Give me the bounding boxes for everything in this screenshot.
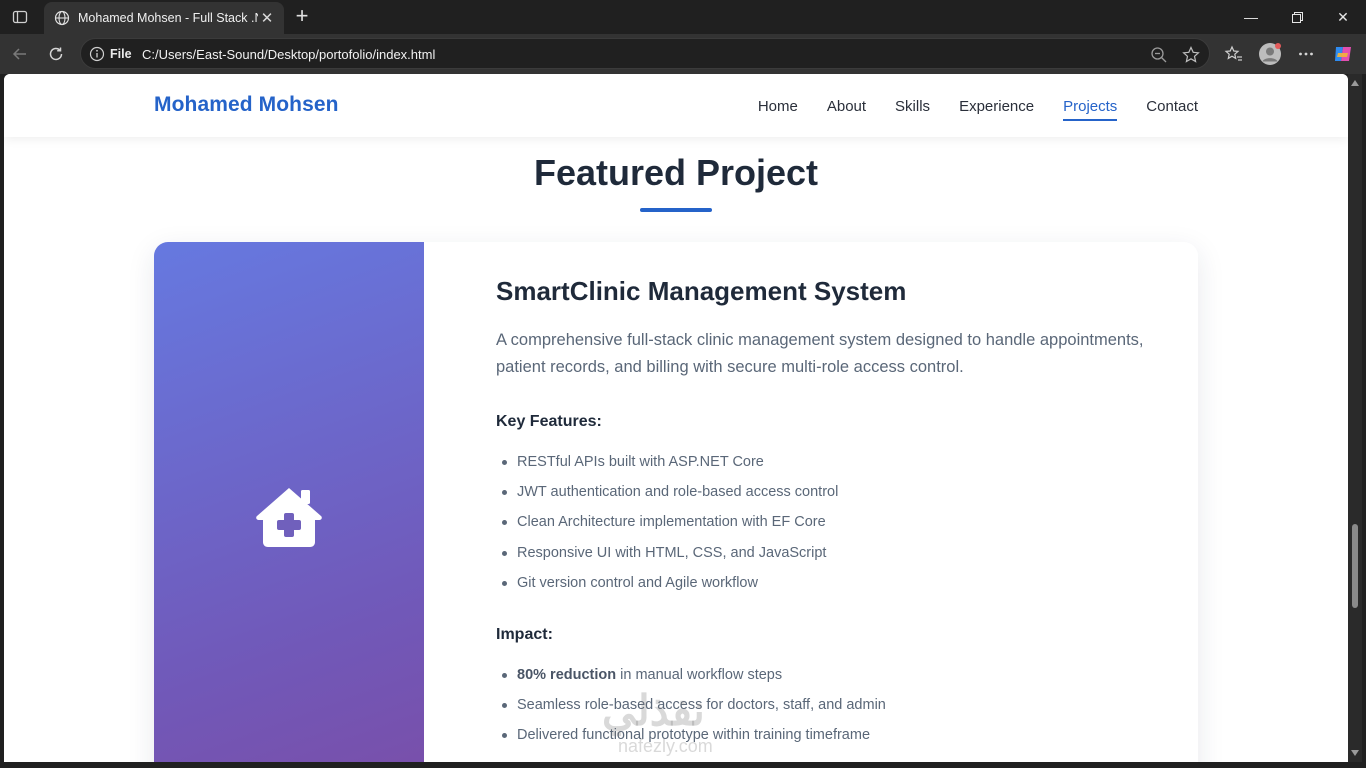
url-text[interactable]: C:/Users/East-Sound/Desktop/portofolio/i… <box>142 47 435 62</box>
info-icon[interactable] <box>89 46 105 62</box>
project-description: A comprehensive full-stack clinic manage… <box>496 331 1144 376</box>
impact-item: 80% reduction in manual workflow steps <box>496 660 1176 690</box>
copilot-icon[interactable] <box>1329 40 1357 68</box>
features-heading: Key Features: <box>496 413 602 430</box>
site-brand-logo[interactable]: Mohamed Mohsen <box>154 93 339 117</box>
nav-link-experience[interactable]: Experience <box>959 98 1034 121</box>
browser-tab[interactable]: Mohamed Mohsen - Full Stack .NET Develop… <box>44 2 284 34</box>
impact-heading: Impact: <box>496 625 553 643</box>
profile-avatar-icon[interactable] <box>1256 40 1284 68</box>
nav-link-home[interactable]: Home <box>758 98 798 121</box>
window-bottom-edge <box>0 762 1366 768</box>
impact-item: Seamless role-based access for doctors, … <box>496 690 1176 720</box>
tab-close-icon[interactable]: ✕ <box>258 9 276 27</box>
nav-links: Home About Skills Experience Projects Co… <box>758 98 1198 121</box>
feature-item: JWT authentication and role-based access… <box>496 477 1176 507</box>
reload-icon[interactable] <box>42 40 70 68</box>
nav-link-contact[interactable]: Contact <box>1146 98 1198 121</box>
impact-text: Delivered functional prototype within tr… <box>517 727 871 744</box>
browser-toolbar: File C:/Users/East-Sound/Desktop/portofo… <box>0 34 1366 74</box>
impact-highlight: 80% reduction <box>517 666 617 683</box>
nav-link-projects[interactable]: Projects <box>1063 98 1118 121</box>
section-title: Featured Project <box>533 152 819 193</box>
more-menu-icon[interactable] <box>1292 40 1320 68</box>
feature-item: Responsive UI with HTML, CSS, and JavaSc… <box>496 538 1176 568</box>
page-viewport: Mohamed Mohsen Home About Skills Experie… <box>4 74 1348 762</box>
feature-item: RESTful APIs built with ASP.NET Core <box>496 447 1176 477</box>
feature-item: Git version control and Agile workflow <box>496 568 1176 598</box>
project-visual-panel <box>154 242 424 762</box>
address-prefix: File <box>110 47 132 61</box>
site-navbar: Mohamed Mohsen Home About Skills Experie… <box>4 74 1348 137</box>
impact-text: Seamless role-based access for doctors, … <box>517 697 886 714</box>
impact-list: 80% reduction in manual workflow steps S… <box>496 660 1176 751</box>
project-title: SmartClinic Management System <box>496 276 907 306</box>
tab-title: Mohamed Mohsen - Full Stack .NET Develop… <box>78 11 258 25</box>
tab-actions-icon[interactable] <box>8 6 32 28</box>
impact-text: in manual workflow steps <box>616 666 783 683</box>
project-details: SmartClinic Management System A comprehe… <box>496 276 1176 762</box>
nav-link-about[interactable]: About <box>827 98 866 121</box>
scroll-down-arrow-icon[interactable] <box>1351 750 1359 756</box>
page-scrollbar[interactable] <box>1348 74 1362 762</box>
close-window-button[interactable]: ✕ <box>1320 0 1366 34</box>
features-list: RESTful APIs built with ASP.NET Core JWT… <box>496 447 1176 598</box>
back-arrow-icon[interactable] <box>6 40 34 68</box>
new-tab-button[interactable]: + <box>290 5 314 29</box>
restore-button[interactable] <box>1274 0 1320 34</box>
project-card: SmartClinic Management System A comprehe… <box>154 242 1198 762</box>
nav-link-skills[interactable]: Skills <box>895 98 930 121</box>
globe-icon <box>54 10 70 26</box>
section-title-underline <box>640 208 712 212</box>
impact-item: Delivered functional prototype within tr… <box>496 720 1176 750</box>
clinic-house-plus-icon <box>256 488 322 547</box>
favorites-icon[interactable] <box>1220 40 1248 68</box>
zoom-out-icon[interactable] <box>1149 45 1169 65</box>
favorite-star-icon[interactable] <box>1181 45 1201 65</box>
scroll-thumb[interactable] <box>1352 524 1358 608</box>
browser-tab-bar: Mohamed Mohsen - Full Stack .NET Develop… <box>0 0 1366 34</box>
feature-item: Clean Architecture implementation with E… <box>496 507 1176 537</box>
minimize-button[interactable]: — <box>1228 0 1274 34</box>
address-bar[interactable]: File C:/Users/East-Sound/Desktop/portofo… <box>80 38 1210 69</box>
scroll-up-arrow-icon[interactable] <box>1351 80 1359 86</box>
